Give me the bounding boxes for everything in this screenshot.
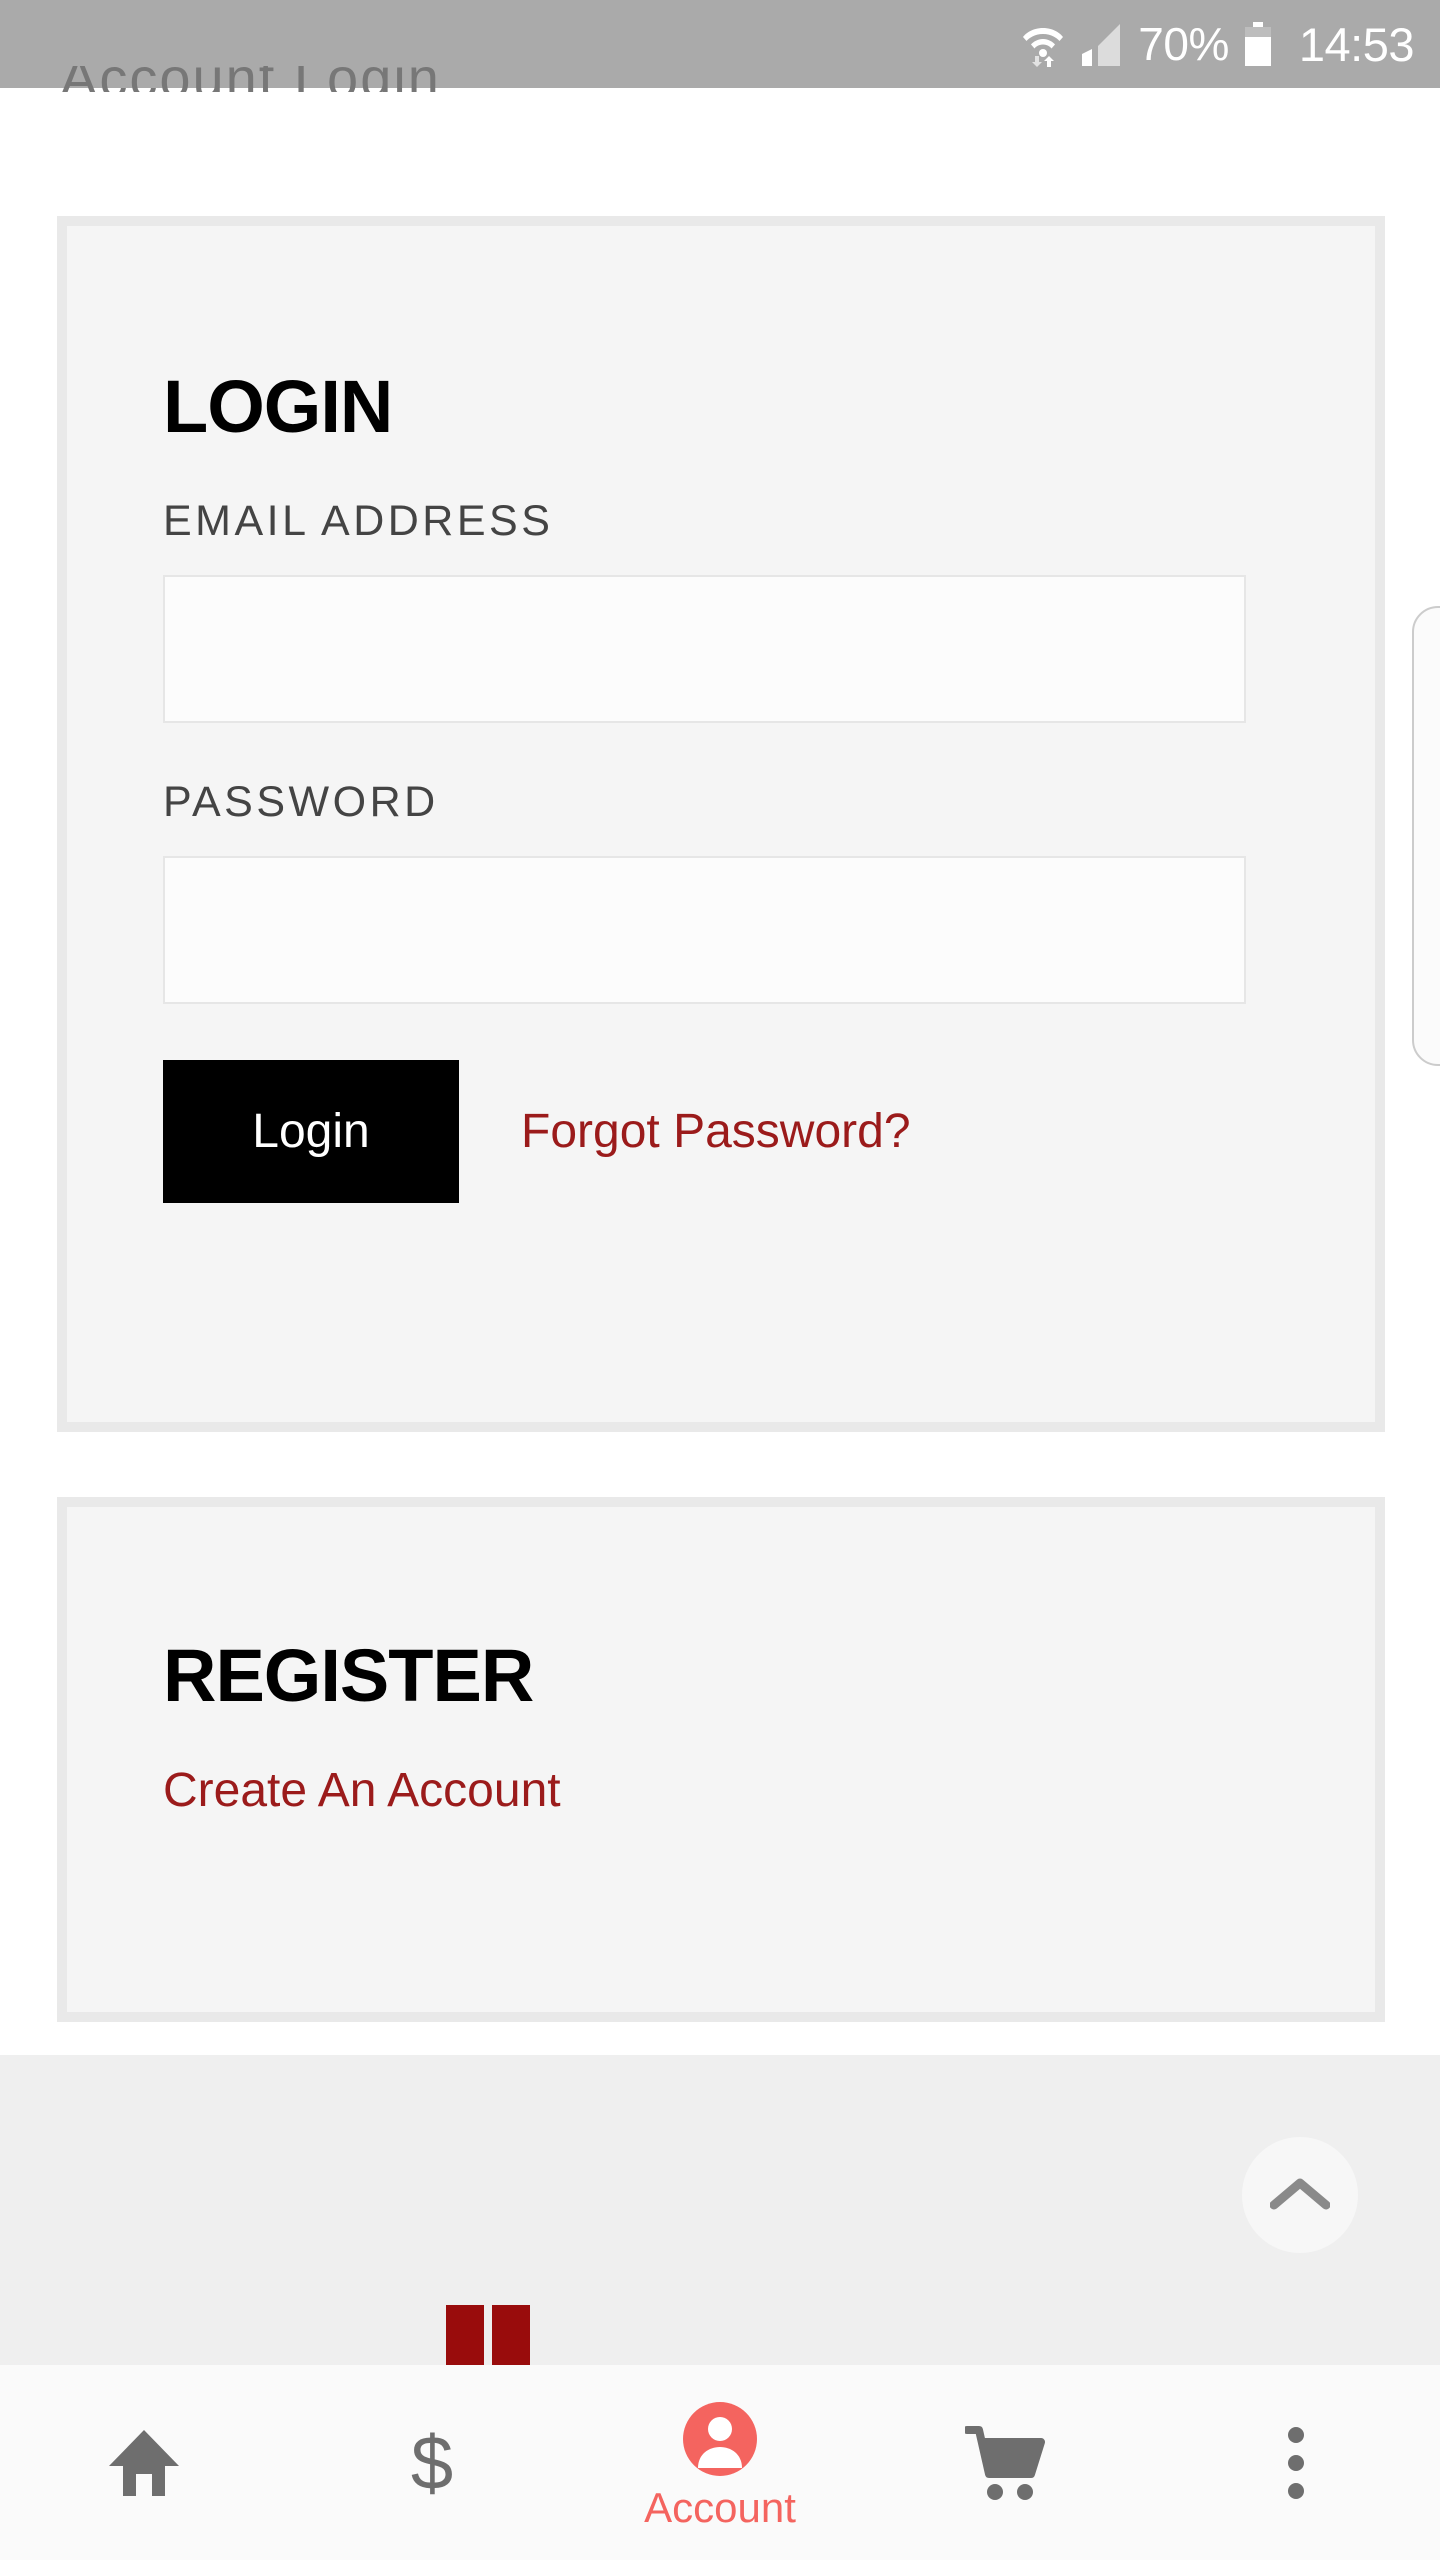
register-title: REGISTER [163, 1634, 534, 1717]
status-bar-clock: 14:53 [1298, 17, 1415, 71]
login-card: LOGIN EMAIL ADDRESS PASSWORD Login Forgo… [57, 216, 1385, 1432]
login-title: LOGIN [163, 365, 393, 448]
battery-percentage: 70% [1138, 18, 1229, 70]
nav-item-account-label: Account [644, 2483, 796, 2531]
password-input[interactable] [163, 856, 1246, 1004]
password-label: PASSWORD [163, 778, 439, 826]
nav-item-home[interactable] [0, 2365, 288, 2560]
nav-item-account[interactable]: Account [576, 2365, 864, 2560]
nav-item-cart[interactable] [864, 2365, 1152, 2560]
dollar-sign-icon: $ [402, 2421, 462, 2505]
email-label: EMAIL ADDRESS [163, 497, 554, 545]
register-card: REGISTER Create An Account [57, 1497, 1385, 2022]
login-actions-row: Login Forgot Password? [163, 1060, 1279, 1203]
bottom-navigation-bar: $ Account [0, 2365, 1440, 2560]
cellular-signal-icon [1078, 22, 1124, 66]
forgot-password-link[interactable]: Forgot Password? [521, 1107, 911, 1156]
login-button[interactable]: Login [163, 1060, 459, 1203]
create-account-link[interactable]: Create An Account [163, 1764, 561, 1817]
nav-item-deals[interactable]: $ [288, 2365, 576, 2560]
side-panel-peek[interactable] [1412, 606, 1440, 1066]
svg-text:$: $ [411, 2421, 453, 2505]
email-input[interactable] [163, 575, 1246, 723]
battery-icon [1244, 22, 1271, 66]
nav-item-more[interactable] [1152, 2365, 1440, 2560]
scroll-to-top-button[interactable] [1242, 2137, 1358, 2253]
shopping-cart-icon [965, 2421, 1051, 2505]
status-bar-icons: 70% 14:53 [1022, 17, 1415, 71]
footer-band [0, 2055, 1440, 2365]
overflow-menu-icon [1286, 2421, 1306, 2505]
footer-logo-fragment [446, 2305, 530, 2365]
scrolled-heading-remnant: Account Login [60, 66, 441, 92]
chevron-up-icon [1269, 2175, 1331, 2216]
home-icon [105, 2421, 183, 2505]
account-icon [681, 2397, 759, 2481]
wifi-icon [1022, 21, 1064, 67]
